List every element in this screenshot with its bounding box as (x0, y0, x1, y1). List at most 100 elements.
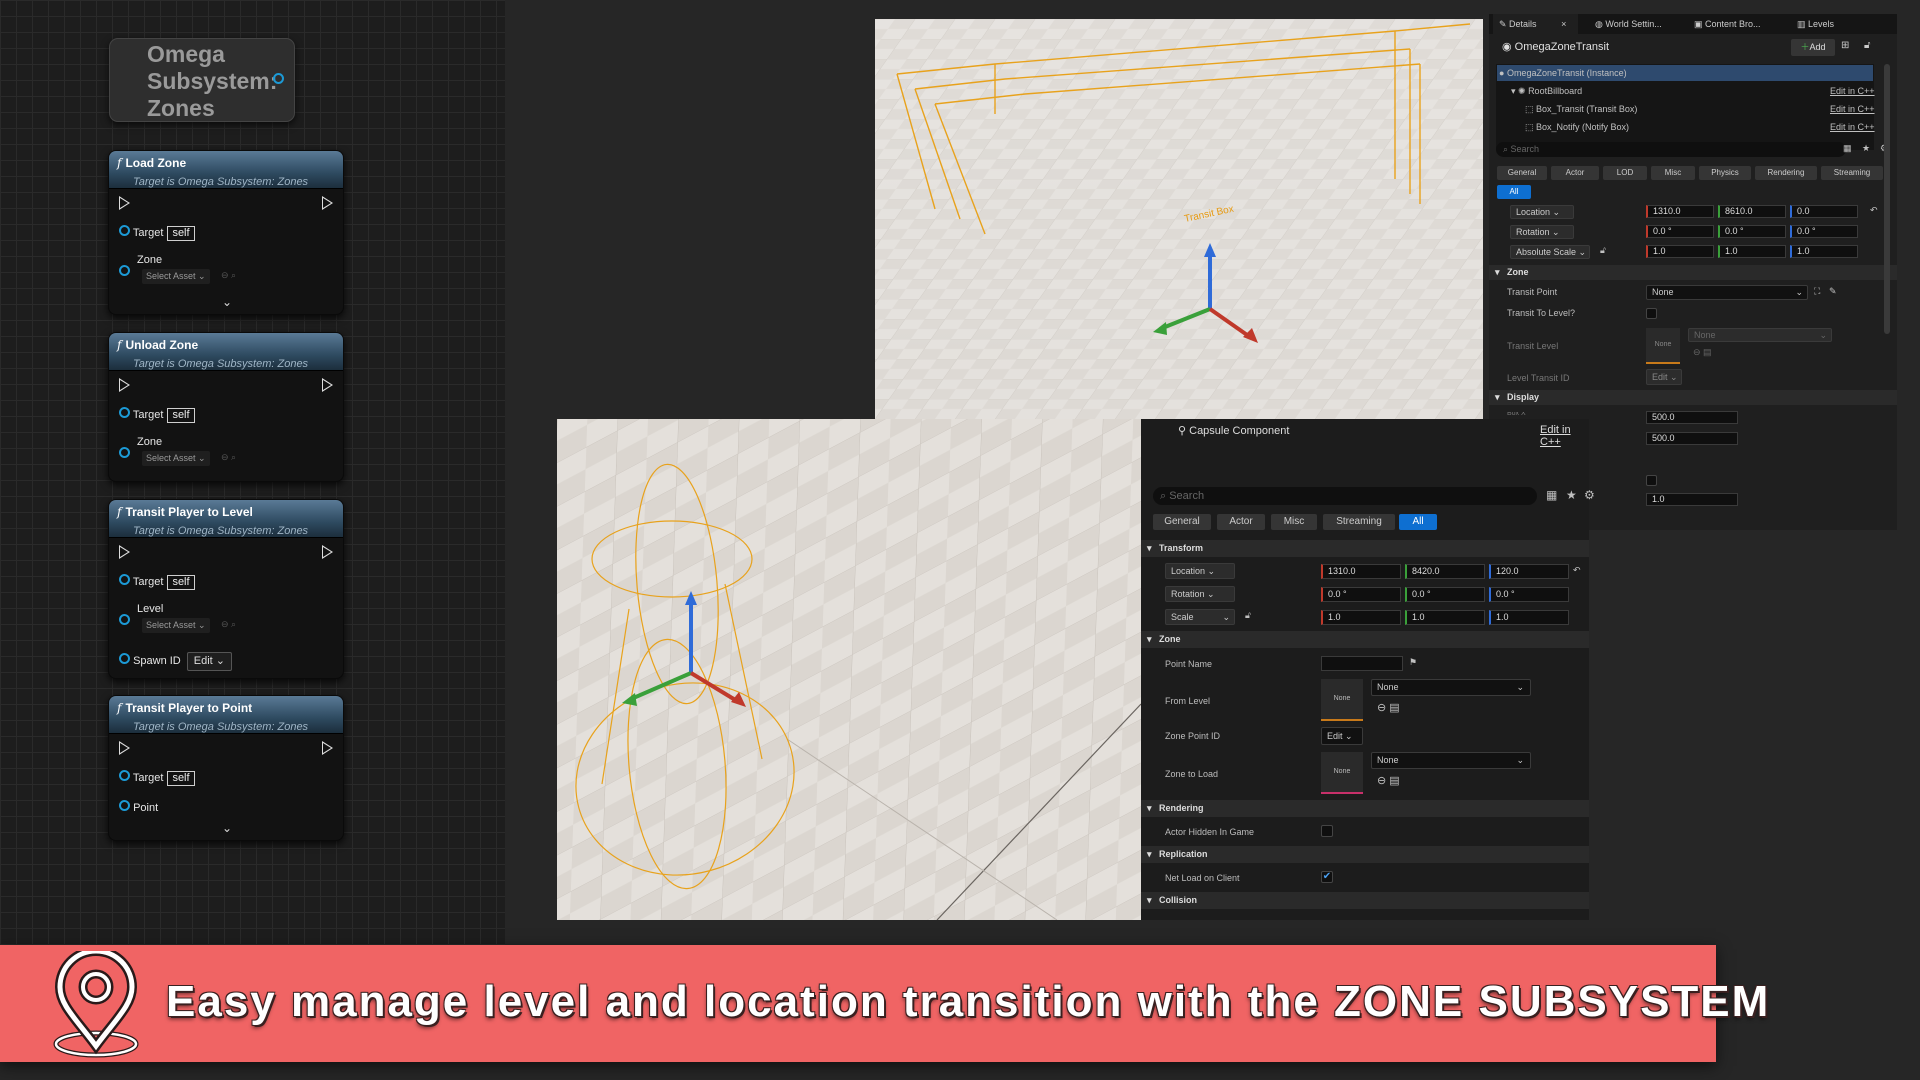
tree-item-rootbillboard[interactable]: ▾ ✺ RootBillboard (1511, 86, 1582, 97)
location-x-field[interactable]: 1310.0 (1646, 205, 1714, 218)
edit-cpp-link[interactable]: Edit in C++ (1830, 86, 1875, 96)
section-display[interactable]: ▾ Display (1489, 390, 1897, 405)
scale-y-field[interactable]: 1.0 (1405, 610, 1485, 625)
lock-icon[interactable]: 🔓︎ (1245, 610, 1251, 621)
location-z-field[interactable]: 0.0 (1790, 205, 1858, 218)
net-load-checkbox[interactable]: ✔ (1321, 871, 1333, 883)
blueprint-graph[interactable]: Omega Subsystem: Zones f Load Zone Target … (0, 0, 505, 945)
scale-z-field[interactable]: 1.0 (1489, 610, 1569, 625)
add-component-button[interactable]: ＋Add (1791, 39, 1835, 56)
location-y-field[interactable]: 8610.0 (1718, 205, 1786, 218)
from-level-thumbnail[interactable]: None (1321, 679, 1363, 721)
self-field[interactable]: self (167, 771, 195, 786)
rotation-y-field[interactable]: 0.0 ° (1718, 225, 1786, 238)
filter-streaming[interactable]: Streaming (1323, 514, 1395, 530)
spawn-id-edit-dropdown[interactable]: Edit ⌄ (186, 652, 233, 671)
location-dropdown[interactable]: Location ⌄ (1165, 563, 1235, 579)
scale-dropdown[interactable]: Absolute Scale ⌄ (1510, 245, 1590, 259)
from-level-dropdown[interactable]: None ⌄ (1371, 679, 1531, 696)
reset-icon[interactable]: ↶ (1870, 205, 1878, 216)
chevron-down-icon[interactable]: ⌄ (222, 295, 232, 309)
rotation-z-field[interactable]: 0.0 ° (1489, 587, 1569, 602)
scale-z-field[interactable]: 1.0 (1790, 245, 1858, 258)
data-pin-icon[interactable] (119, 653, 130, 664)
scale-x-field[interactable]: 1.0 (1646, 245, 1714, 258)
star-icon[interactable]: ★ (1566, 488, 1577, 502)
tree-item-box-transit[interactable]: ⬚ Box_Transit (Transit Box) (1525, 104, 1637, 115)
subsystem-node[interactable]: Omega Subsystem: Zones (109, 38, 295, 122)
filter-actor[interactable]: Actor (1217, 514, 1265, 530)
select-asset-dropdown[interactable]: Select Asset ⌄ (142, 618, 210, 633)
lock-icon[interactable]: 🔓︎ (1864, 40, 1870, 51)
data-pin-icon[interactable] (119, 574, 130, 585)
tab-levels[interactable]: ▥ Levels (1797, 14, 1834, 34)
box-x-field[interactable]: 500.0 (1646, 411, 1738, 424)
exec-out-pin-icon[interactable] (322, 378, 333, 392)
edit-cpp-link[interactable]: Edit in C++ (1540, 424, 1589, 448)
chevron-down-icon[interactable]: ⌄ (222, 821, 232, 835)
node-unload-zone[interactable]: f Unload Zone Target is Omega Subsystem: Z… (108, 332, 344, 482)
tree-item-instance[interactable]: ● OmegaZoneTransit (Instance) (1499, 68, 1627, 78)
node-transit-player-to-point[interactable]: f Transit Player to Point Target is Omega … (108, 695, 344, 841)
star-icon[interactable]: ★ (1862, 143, 1870, 154)
data-pin-icon[interactable] (119, 447, 130, 458)
display-checkbox[interactable] (1646, 475, 1657, 486)
search-input[interactable]: ⌕ Search (1496, 142, 1846, 157)
rotation-y-field[interactable]: 0.0 ° (1405, 587, 1485, 602)
exec-out-pin-icon[interactable] (322, 545, 333, 559)
data-pin-icon[interactable] (119, 770, 130, 781)
filter-all[interactable]: All (1497, 185, 1531, 199)
filter-misc[interactable]: Misc (1651, 166, 1695, 180)
rotation-dropdown[interactable]: Rotation ⌄ (1510, 225, 1574, 239)
edit-cpp-link[interactable]: Edit in C++ (1830, 104, 1875, 114)
browse-icon[interactable]: ⊖ ⌕ (221, 452, 236, 463)
self-field[interactable]: self (167, 408, 195, 423)
zone-to-load-thumbnail[interactable]: None (1321, 752, 1363, 794)
details-panel-bottom[interactable]: ⚲ Capsule Component Edit in C++ ⌕ Search… (1141, 419, 1595, 920)
section-zone[interactable]: ▾ Zone (1141, 631, 1589, 648)
select-asset-dropdown[interactable]: Select Asset ⌄ (142, 269, 210, 284)
rotation-x-field[interactable]: 0.0 ° (1321, 587, 1401, 602)
display-value-field[interactable]: 1.0 (1646, 493, 1738, 506)
exec-in-pin-icon[interactable] (119, 741, 130, 755)
tab-world-settings[interactable]: ◍ World Settin... (1595, 14, 1662, 34)
transit-to-level-checkbox[interactable] (1646, 308, 1657, 319)
exec-in-pin-icon[interactable] (119, 196, 130, 210)
section-transform[interactable]: ▾ Transform (1141, 540, 1589, 557)
location-y-field[interactable]: 8420.0 (1405, 564, 1485, 579)
point-name-input[interactable] (1321, 656, 1403, 671)
rotation-x-field[interactable]: 0.0 ° (1646, 225, 1714, 238)
rotation-dropdown[interactable]: Rotation ⌄ (1165, 586, 1235, 602)
browse-icon[interactable]: ⊖ ▤ (1377, 701, 1400, 714)
filter-all[interactable]: All (1399, 514, 1437, 530)
data-pin-icon[interactable] (119, 225, 130, 236)
data-pin-icon[interactable] (273, 73, 284, 84)
transit-point-dropdown[interactable]: None ⌄ (1646, 285, 1808, 300)
select-asset-dropdown[interactable]: Select Asset ⌄ (142, 451, 210, 466)
zone-to-load-dropdown[interactable]: None ⌄ (1371, 752, 1531, 769)
flag-icon[interactable]: ⚑ (1409, 657, 1417, 668)
rotation-z-field[interactable]: 0.0 ° (1790, 225, 1858, 238)
grid-icon[interactable]: ▦ (1843, 143, 1852, 154)
filter-streaming[interactable]: Streaming (1821, 166, 1883, 180)
filter-lod[interactable]: LOD (1603, 166, 1647, 180)
edit-cpp-link[interactable]: Edit in C++ (1830, 122, 1875, 132)
browse-icon[interactable]: ⊖ ▤ (1377, 774, 1400, 787)
filter-actor[interactable]: Actor (1551, 166, 1599, 180)
node-transit-player-to-level[interactable]: f Transit Player to Level Target is Omega … (108, 499, 344, 679)
tree-item-box-notify[interactable]: ⬚ Box_Notify (Notify Box) (1525, 122, 1629, 133)
scale-dropdown[interactable]: Scale ⌄ (1165, 609, 1235, 625)
grid-icon[interactable]: ▦ (1546, 488, 1557, 502)
exec-out-pin-icon[interactable] (322, 741, 333, 755)
eyedropper-icon[interactable]: ✎ (1829, 286, 1837, 297)
scale-x-field[interactable]: 1.0 (1321, 610, 1401, 625)
location-z-field[interactable]: 120.0 (1489, 564, 1569, 579)
filter-physics[interactable]: Physics (1699, 166, 1751, 180)
exec-in-pin-icon[interactable] (119, 545, 130, 559)
actor-hidden-checkbox[interactable] (1321, 825, 1333, 837)
section-rendering[interactable]: ▾ Rendering (1141, 800, 1589, 817)
tab-content-browser[interactable]: ▣ Content Bro... (1694, 14, 1761, 34)
transit-level-thumbnail[interactable]: None (1646, 328, 1680, 364)
viewport-top[interactable]: Transit Box (875, 19, 1483, 419)
filter-general[interactable]: General (1497, 166, 1547, 180)
